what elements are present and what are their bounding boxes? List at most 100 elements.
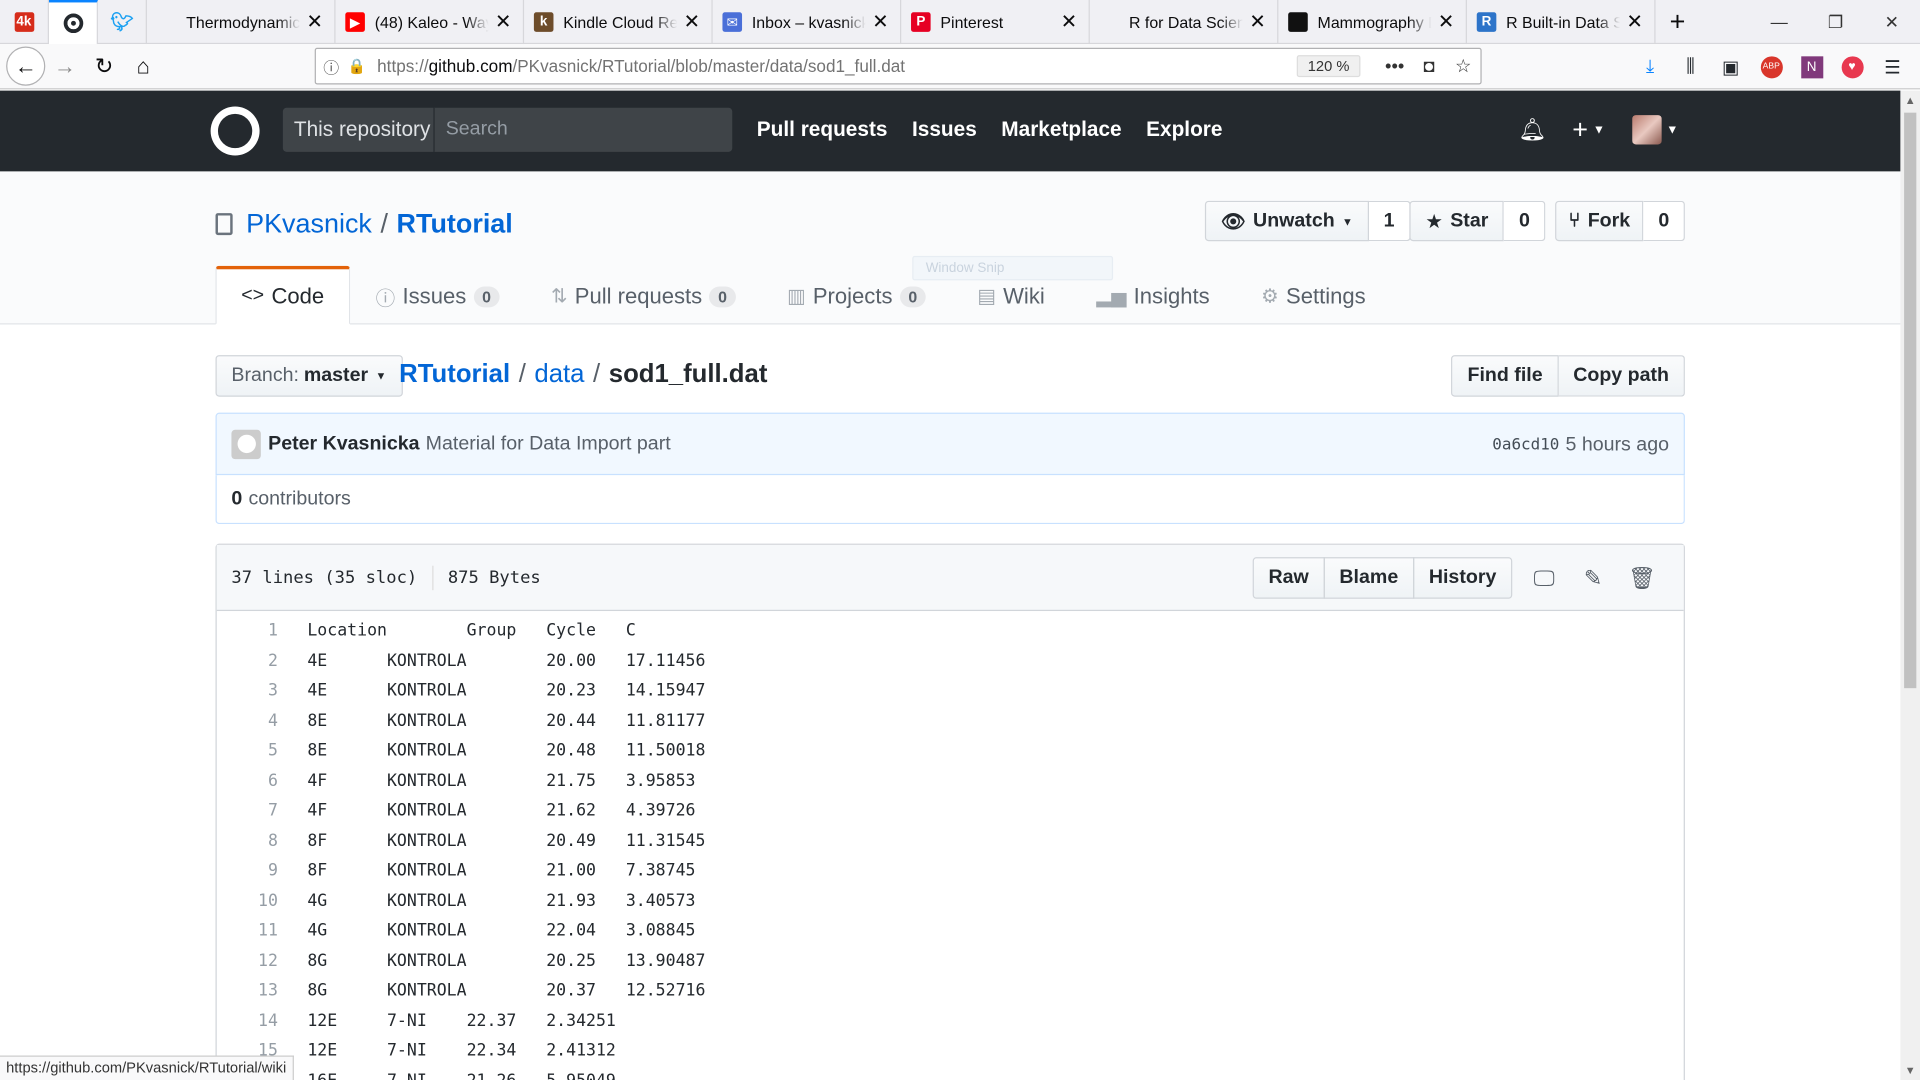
reload-button[interactable]: ↻ [84,47,123,86]
tab-pull-requests[interactable]: ⇅ Pull requests 0 [525,266,761,325]
unwatch-button[interactable]: 👁︎ Unwatch ▼ [1204,200,1369,242]
minimize-icon[interactable]: — [1751,0,1807,44]
history-button[interactable]: History [1412,557,1513,599]
close-tab-icon[interactable]: ✕ [305,10,325,34]
avatar[interactable] [1631,115,1662,145]
line-number[interactable]: 6 [217,771,278,791]
new-tab-icon[interactable]: + [1656,0,1700,43]
page-actions-icon[interactable]: ••• [1378,56,1412,77]
raw-button[interactable]: Raw [1252,557,1325,599]
forward-button[interactable]: → [45,47,84,86]
pocket-save-icon[interactable]: ♥ [1832,55,1872,78]
pencil-icon[interactable]: ✎ [1569,565,1618,591]
tab-settings[interactable]: ⚙ Settings [1235,266,1391,325]
browser-tab[interactable]: Mammography D ✕ [1278,0,1467,45]
tab-code[interactable]: <> Code [215,265,350,325]
close-tab-icon[interactable]: ✕ [682,10,702,34]
url-text[interactable]: https://github.com/PKvasnick/RTutorial/b… [377,56,1297,76]
commit-message[interactable]: Material for Data Import part [426,433,671,455]
star-count[interactable]: 0 [1504,200,1546,242]
scrollbar-thumb[interactable] [1904,112,1917,689]
commit-sha[interactable]: 0a6cd10 [1492,436,1559,454]
code-line: 4 8E KONTROLA 20.44 11.81177 [217,706,1684,736]
line-number[interactable]: 10 [217,891,278,911]
desktop-icon[interactable]: 🖵 [1520,565,1569,591]
browser-tab[interactable]: ▶ (48) Kaleo - Way ✕ [336,0,525,45]
pinned-tab[interactable]: 🐦︎ [98,0,147,45]
watch-count[interactable]: 1 [1368,200,1411,242]
url-bar[interactable]: ⓘ 🔒 https://github.com/PKvasnick/RTutori… [314,47,1482,85]
browser-tab[interactable]: R for Data Science✕ [1090,0,1279,45]
sidebar-icon[interactable]: ▣ [1711,56,1751,78]
nav-issues[interactable]: Issues [912,118,977,142]
close-tab-icon[interactable]: ✕ [1625,10,1645,34]
line-number[interactable]: 5 [217,741,278,761]
breadcrumb-repo[interactable]: RTutorial [399,360,510,389]
back-button[interactable]: ← [6,46,46,86]
line-number[interactable]: 14 [217,1011,278,1031]
bookmark-star-icon[interactable]: ☆ [1446,55,1480,77]
blame-button[interactable]: Blame [1323,557,1415,599]
pocket-icon[interactable]: ◘ [1412,56,1446,77]
pinned-tab[interactable] [48,0,98,45]
close-tab-icon[interactable]: ✕ [1436,10,1456,34]
pinned-tab[interactable]: 4k [0,0,49,45]
restore-icon[interactable]: ❐ [1807,0,1863,44]
line-content: 12E 7-NI 22.37 2.34251 [307,1011,616,1031]
zoom-indicator[interactable]: 120 % [1296,55,1361,78]
branch-select[interactable]: Branch: master ▼ [215,355,403,397]
browser-tab[interactable]: ✉ Inbox – kvasnicka✕ [713,0,902,45]
search-scope-label[interactable]: This repository [282,107,434,152]
search-input[interactable]: Search [433,107,733,152]
library-icon[interactable]: ⫼ [1670,56,1710,77]
browser-tab[interactable]: R R Built-in Data Se ✕ [1467,0,1656,45]
line-number[interactable]: 3 [217,681,278,701]
line-number[interactable]: 1 [217,621,278,641]
line-number[interactable]: 4 [217,711,278,731]
close-tab-icon[interactable]: ✕ [493,10,513,34]
star-button[interactable]: ★ Star [1409,200,1505,242]
fork-count[interactable]: 0 [1643,200,1686,242]
repo-owner-link[interactable]: PKvasnick [246,208,372,240]
download-icon[interactable]: ⤓ [1630,56,1670,77]
home-button[interactable]: ⌂ [124,47,163,86]
nav-explore[interactable]: Explore [1146,118,1222,142]
line-number[interactable]: 8 [217,831,278,851]
scroll-down-icon[interactable]: ▼ [1900,1060,1920,1080]
scroll-up-icon[interactable]: ▲ [1900,91,1920,111]
close-tab-icon[interactable]: ✕ [1248,10,1268,34]
author-avatar[interactable] [231,429,261,459]
scrollbar[interactable]: ▲ ▼ [1900,90,1920,1080]
browser-tab[interactable]: k Kindle Cloud Rea ✕ [524,0,713,45]
close-tab-icon[interactable]: ✕ [1059,10,1079,34]
adblock-icon[interactable]: ABP [1751,55,1791,78]
copy-path-button[interactable]: Copy path [1558,355,1685,397]
line-number[interactable]: 12 [217,951,278,971]
breadcrumb-dir[interactable]: data [534,360,584,389]
nav-pull-requests[interactable]: Pull requests [757,118,888,142]
bell-icon[interactable]: 🔔︎ [1518,117,1547,143]
nav-marketplace[interactable]: Marketplace [1001,118,1121,142]
fork-button[interactable]: ⑂ Fork [1555,200,1644,242]
line-number[interactable]: 9 [217,861,278,881]
tab-issues[interactable]: ⓘ Issues 0 [350,266,525,325]
close-window-icon[interactable]: ✕ [1864,0,1920,44]
close-tab-icon[interactable]: ✕ [871,10,891,34]
github-logo-icon[interactable] [210,106,260,156]
line-number[interactable]: 11 [217,921,278,941]
code-line: 3 4E KONTROLA 20.23 14.15947 [217,676,1684,706]
line-number[interactable]: 2 [217,651,278,671]
commit-author[interactable]: Peter Kvasnicka [268,433,419,455]
menu-icon[interactable]: ☰ [1872,56,1912,78]
find-file-button[interactable]: Find file [1451,355,1559,397]
info-icon[interactable]: ⓘ [323,54,345,77]
repo-name-link[interactable]: RTutorial [397,208,513,240]
line-number[interactable]: 7 [217,801,278,821]
onenote-icon[interactable]: N [1791,55,1831,78]
plus-icon[interactable]: + [1572,114,1588,146]
trash-icon[interactable]: 🗑︎ [1618,565,1667,591]
line-number[interactable]: 13 [217,981,278,1001]
browser-tab[interactable]: P Pinterest ✕ [901,0,1090,45]
browser-tab[interactable]: Thermodynamics of i✕ [147,0,336,45]
breadcrumb-file: sod1_full.dat [608,360,768,389]
